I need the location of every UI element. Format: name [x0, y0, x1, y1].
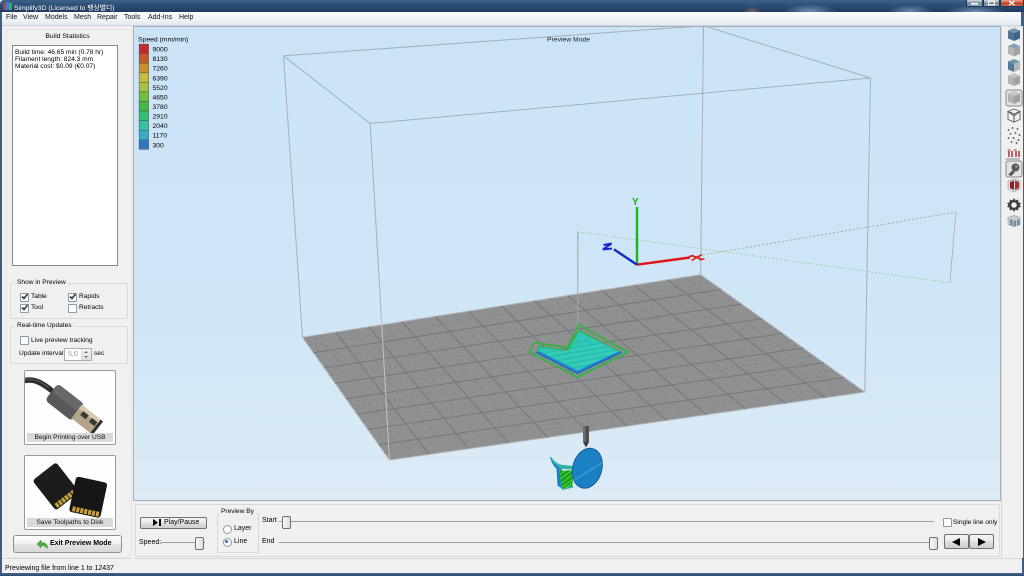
svg-text:300: 300 [153, 142, 165, 149]
svg-text:1170: 1170 [153, 133, 168, 140]
svg-text:3780: 3780 [153, 104, 168, 111]
svg-text:2910: 2910 [153, 114, 168, 121]
svg-text:4650: 4650 [153, 94, 168, 101]
svg-text:7260: 7260 [153, 66, 168, 73]
svg-text:9000: 9000 [153, 47, 168, 54]
svg-text:2040: 2040 [153, 123, 168, 130]
svg-text:Y: Y [632, 197, 639, 208]
svg-text:6390: 6390 [153, 75, 168, 82]
svg-text:Preview Mode: Preview Mode [547, 37, 590, 44]
svg-text:5520: 5520 [153, 85, 168, 92]
svg-text:8130: 8130 [153, 56, 168, 63]
svg-text:Speed (mm/min): Speed (mm/min) [138, 37, 188, 44]
